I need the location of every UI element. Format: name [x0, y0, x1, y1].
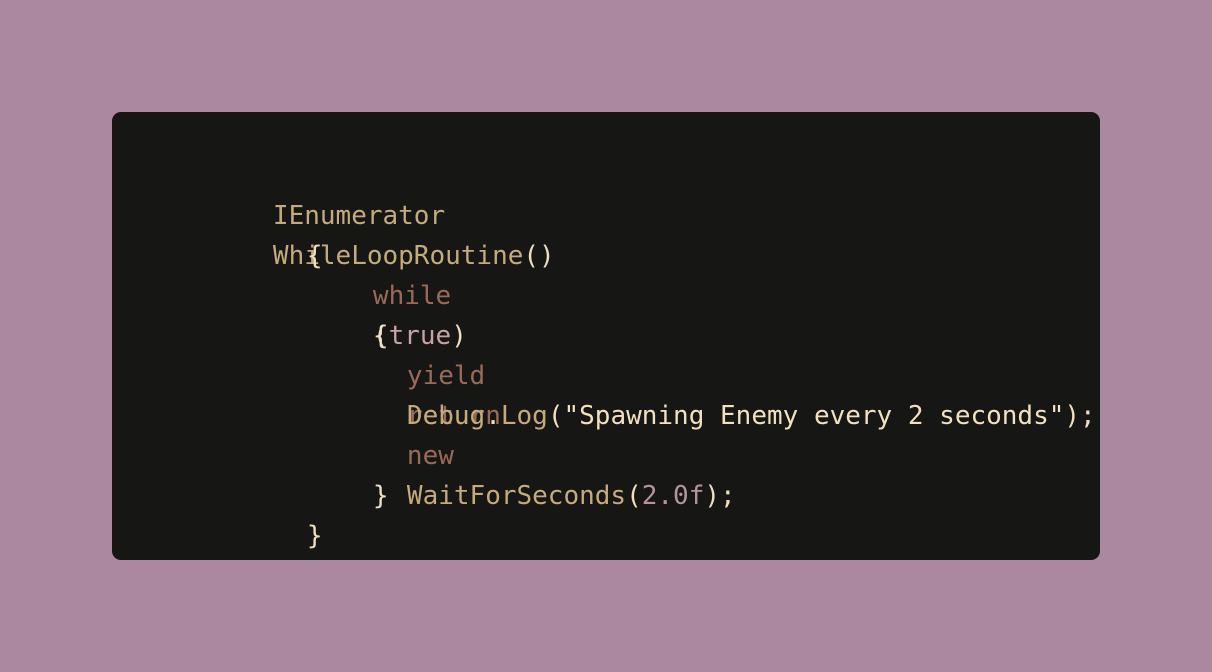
open-paren-token: (: [626, 481, 642, 511]
object-token: Debug: [406, 401, 486, 431]
code-line-6: Debug.Log("Spawning Enemy every 2 second…: [313, 356, 1096, 431]
code-line-8: }: [279, 436, 389, 511]
dot-token: .: [485, 401, 501, 431]
class-name-token: WaitForSeconds: [406, 481, 627, 511]
close-brace-token: }: [306, 521, 323, 551]
code-line-4: {: [279, 276, 389, 351]
new-keyword-token: new: [406, 441, 454, 471]
close-paren-semicolon-token: );: [704, 481, 736, 511]
close-paren-semicolon-token: );: [1064, 401, 1096, 431]
number-literal-token: 2.0f: [641, 481, 705, 511]
method-call-token: Log: [500, 401, 548, 431]
code-line-9: }: [213, 476, 323, 551]
code-line-2: {: [213, 196, 323, 271]
close-brace-token: }: [372, 481, 389, 511]
code-line-5: yield return new WaitForSeconds(2.0f);: [313, 316, 736, 511]
code-line-3: while (true): [279, 236, 467, 351]
code-snippet-card: IEnumerator WhileLoopRoutine() { while (…: [112, 112, 1100, 560]
parens-token: (): [523, 241, 555, 271]
string-literal-token: "Spawning Enemy every 2 seconds": [563, 401, 1065, 431]
open-paren-token: (: [547, 401, 564, 431]
code-line-1: IEnumerator WhileLoopRoutine(): [179, 156, 555, 271]
